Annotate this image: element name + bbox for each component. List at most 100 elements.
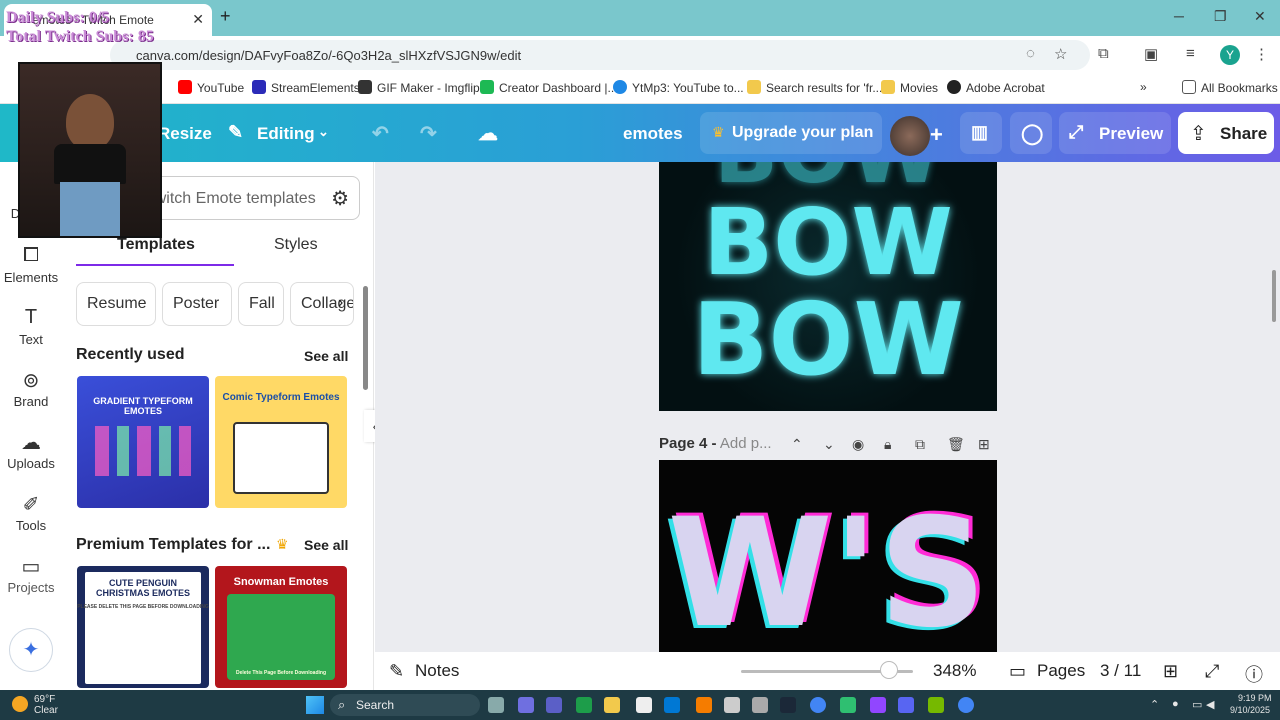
clock-time[interactable]: 9:19 PM (1238, 693, 1272, 703)
twitch-icon[interactable] (870, 697, 886, 713)
chip-collage[interactable]: Collage (290, 282, 354, 326)
zoom-level[interactable]: 348% (933, 661, 976, 681)
filter-icon[interactable]: ⚙ (331, 186, 349, 211)
page-4-artboard[interactable]: W'S W'S W'S (659, 460, 997, 653)
see-all-recent-link[interactable]: See all (304, 348, 348, 364)
see-all-premium-link[interactable]: See all (304, 537, 348, 553)
upgrade-plan-button[interactable]: ♛ Upgrade your plan (700, 112, 882, 154)
fullscreen-icon[interactable]: ⤢ (1205, 661, 1219, 682)
template-cute-penguin[interactable]: CUTE PENGUIN CHRISTMAS EMOTES PLEASE DEL… (77, 566, 209, 688)
media-icon[interactable]: ≡ (1186, 45, 1195, 62)
pages-button[interactable]: Pages (1037, 661, 1085, 681)
chevron-down-icon[interactable]: ⌄ (318, 124, 329, 140)
chevron-up-icon[interactable]: ⌃ (791, 436, 803, 453)
tab-styles[interactable]: Styles (274, 236, 318, 254)
tray-chevron-icon[interactable]: ⌃ (1150, 698, 1159, 711)
panel-scrollbar[interactable] (362, 276, 368, 688)
canvas-scrollbar[interactable] (1272, 270, 1276, 322)
help-icon[interactable]: ⓘ (1245, 661, 1263, 687)
bookmark-streamelements[interactable]: StreamElements (252, 80, 360, 95)
chrome-icon[interactable] (958, 697, 974, 713)
capture-icon[interactable] (752, 697, 768, 713)
app-icon[interactable] (724, 697, 740, 713)
delete-icon[interactable]: 🗑︎ (947, 436, 965, 453)
edge-icon[interactable] (664, 697, 680, 713)
redo-icon[interactable]: ↷ (420, 121, 437, 146)
bookmark-youtube[interactable]: YouTube (178, 80, 244, 95)
undo-icon[interactable]: ↶ (372, 121, 389, 146)
rail-projects[interactable]: ▭ Projects (0, 554, 62, 595)
bookmark-adobe-acrobat[interactable]: Adobe Acrobat (947, 80, 1045, 95)
rail-uploads[interactable]: ☁ Uploads (0, 430, 62, 471)
bookmark-ytmp3[interactable]: YtMp3: YouTube to... (613, 80, 744, 95)
chip-fall[interactable]: Fall (238, 282, 284, 326)
chip-resume[interactable]: Resume (76, 282, 156, 326)
tab-templates[interactable]: Templates (117, 236, 195, 254)
rail-text[interactable]: T Text (0, 306, 62, 347)
bookmark-search-results[interactable]: Search results for 'fr... (747, 80, 882, 95)
extensions-icon[interactable]: ⧉ (1098, 45, 1109, 62)
resize-button[interactable]: Resize (158, 124, 212, 144)
new-tab-icon[interactable]: + (220, 6, 231, 27)
notepad-icon[interactable] (636, 697, 652, 713)
tab-search-icon[interactable]: ▣ (1144, 45, 1158, 63)
hide-page-icon[interactable]: ◉ (852, 436, 864, 453)
teams-icon[interactable] (546, 697, 562, 713)
chevron-down-icon[interactable]: ⌄ (823, 436, 835, 453)
nvidia-icon[interactable] (928, 697, 944, 713)
preview-button[interactable]: ⤢ Preview (1059, 112, 1171, 154)
page-title-placeholder[interactable]: Add p... (720, 435, 772, 452)
more-bookmarks-icon[interactable]: » (1140, 80, 1147, 94)
clock-date[interactable]: 9/10/2025 (1230, 705, 1270, 715)
omnibox[interactable]: canva.com/design/DAFvyFoa8Zo/-6Qo3H2a_sl… (110, 40, 1090, 70)
magic-ai-button[interactable]: ✦ (9, 628, 53, 672)
notes-icon[interactable]: ✎ (389, 661, 404, 682)
template-snowman-emotes[interactable]: Snowman Emotes Delete This Page Before D… (215, 566, 347, 688)
bookmark-imgflip[interactable]: GIF Maker - Imgflip (358, 80, 480, 95)
restore-icon[interactable]: ❐ (1214, 8, 1227, 25)
all-bookmarks[interactable]: All Bookmarks (1182, 80, 1278, 95)
rail-elements[interactable]: ⧠ Elements (0, 244, 62, 285)
steam-icon[interactable] (780, 697, 796, 713)
comments-button[interactable]: ◯ (1010, 112, 1052, 154)
add-collaborator-icon[interactable]: + (930, 122, 943, 148)
discord-icon[interactable] (898, 697, 914, 713)
taskbar-search[interactable]: ⌕ Search (330, 694, 480, 716)
template-gradient-typeform[interactable]: GRADIENT TYPEFORM EMOTES (77, 376, 209, 508)
add-page-icon[interactable]: ⊞ (978, 436, 990, 453)
duplicate-icon[interactable]: ⧉ (915, 436, 925, 453)
task-view-icon[interactable] (488, 697, 504, 713)
bookmark-creator-dashboard[interactable]: Creator Dashboard |... (480, 80, 618, 95)
vlc-icon[interactable] (696, 697, 712, 713)
network-icon[interactable]: ▭ (1192, 698, 1202, 711)
document-title[interactable]: emotes (623, 124, 683, 144)
minimize-icon[interactable]: ─ (1174, 8, 1184, 24)
close-window-icon[interactable]: ✕ (1254, 8, 1266, 25)
grid-view-icon[interactable]: ⊞ (1163, 661, 1178, 682)
bookmark-star-icon[interactable]: ☆ (1054, 45, 1067, 63)
page-4-label[interactable]: Page 4 - Add p... (659, 435, 772, 452)
profile-avatar[interactable]: Y (1220, 45, 1240, 65)
app-icon[interactable] (840, 697, 856, 713)
template-comic-typeform[interactable]: Comic Typeform Emotes (215, 376, 347, 508)
bookmark-movies[interactable]: Movies (881, 80, 938, 95)
rail-brand[interactable]: ⊚ Brand (0, 368, 62, 409)
chip-poster[interactable]: Poster (162, 282, 232, 326)
notes-button[interactable]: Notes (415, 661, 459, 681)
insights-button[interactable]: ▥ (960, 112, 1002, 154)
menu-kebab-icon[interactable]: ⋮ (1254, 45, 1269, 63)
collaborator-avatar[interactable] (890, 116, 930, 156)
chrome-icon[interactable] (810, 697, 826, 713)
close-tab-icon[interactable]: ✕ (192, 11, 204, 28)
editing-button[interactable]: Editing (257, 124, 315, 144)
rail-tools[interactable]: ✐ Tools (0, 492, 62, 533)
hide-eye-icon[interactable]: ◌ (1026, 45, 1035, 62)
page-3-artboard[interactable]: BOW BOW BOW (659, 162, 997, 411)
file-explorer-icon[interactable] (604, 697, 620, 713)
zoom-slider-knob[interactable] (880, 661, 898, 679)
chevron-right-icon[interactable]: › (338, 294, 343, 312)
volume-icon[interactable]: ◀ (1206, 698, 1214, 711)
xbox-icon[interactable] (576, 697, 592, 713)
cloud-save-icon[interactable]: ☁ (478, 121, 498, 146)
lock-icon[interactable]: 🔒︎ (884, 436, 891, 453)
